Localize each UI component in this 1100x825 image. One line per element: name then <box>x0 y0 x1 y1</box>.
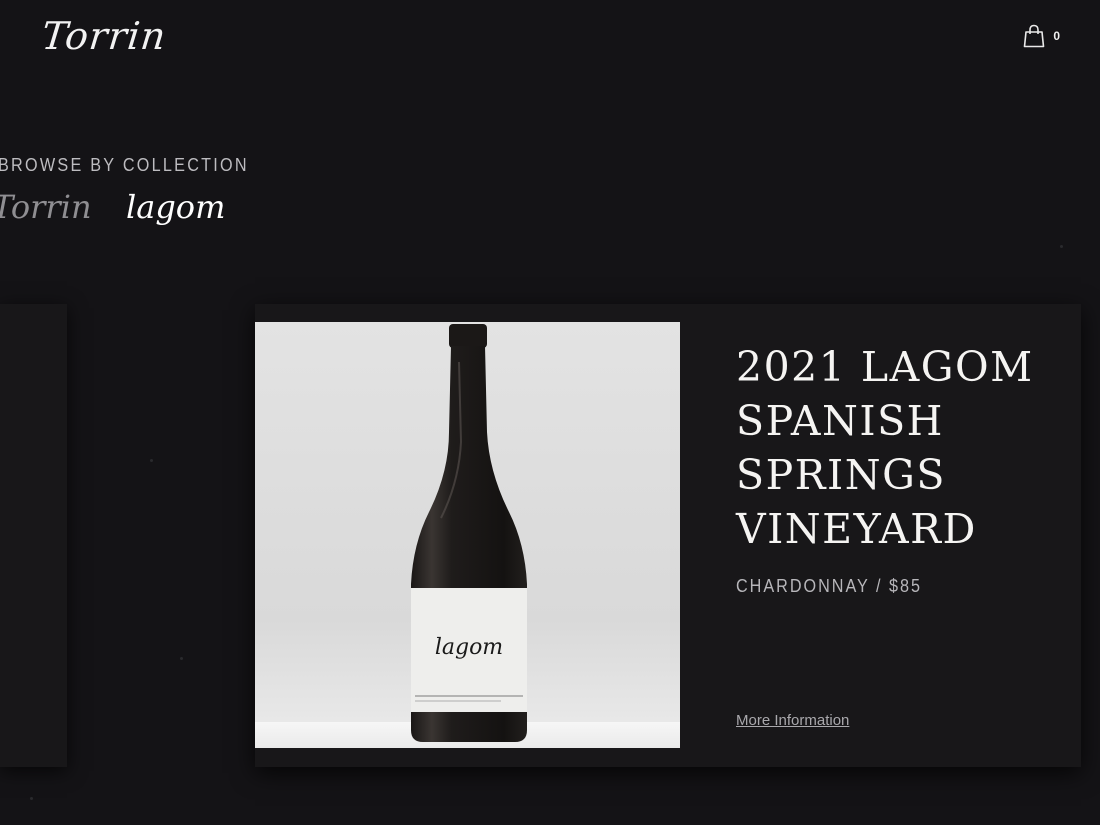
product-varietal-price: CHARDONNAY / $85 <box>736 576 922 596</box>
product-image[interactable]: lagom <box>255 322 680 748</box>
dust-speck <box>150 459 153 462</box>
shopping-bag-icon <box>1023 24 1045 48</box>
product-card: lagom 2021 LAGOM SPANISH SPRINGS VINEYAR… <box>255 304 1081 767</box>
dust-speck <box>1060 245 1063 248</box>
wine-bottle-image: lagom <box>411 324 527 742</box>
more-information-link[interactable]: More Information <box>736 712 849 729</box>
collection-link-lagom[interactable]: lagom <box>126 188 225 226</box>
collection-link-torrin[interactable]: Torrin <box>0 188 92 226</box>
bottle-label-text: lagom <box>435 635 503 660</box>
previous-product-card[interactable] <box>0 304 67 767</box>
brand-logo[interactable]: Torrin <box>40 14 169 58</box>
cart-count-badge: 0 <box>1053 29 1060 43</box>
dust-speck <box>30 797 33 800</box>
dust-speck <box>180 657 183 660</box>
product-title: 2021 LAGOM SPANISH SPRINGS VINEYARD <box>736 343 1034 553</box>
cart-button[interactable]: 0 <box>1023 24 1060 48</box>
browse-by-collection-heading: BROWSE BY COLLECTION <box>0 155 249 175</box>
